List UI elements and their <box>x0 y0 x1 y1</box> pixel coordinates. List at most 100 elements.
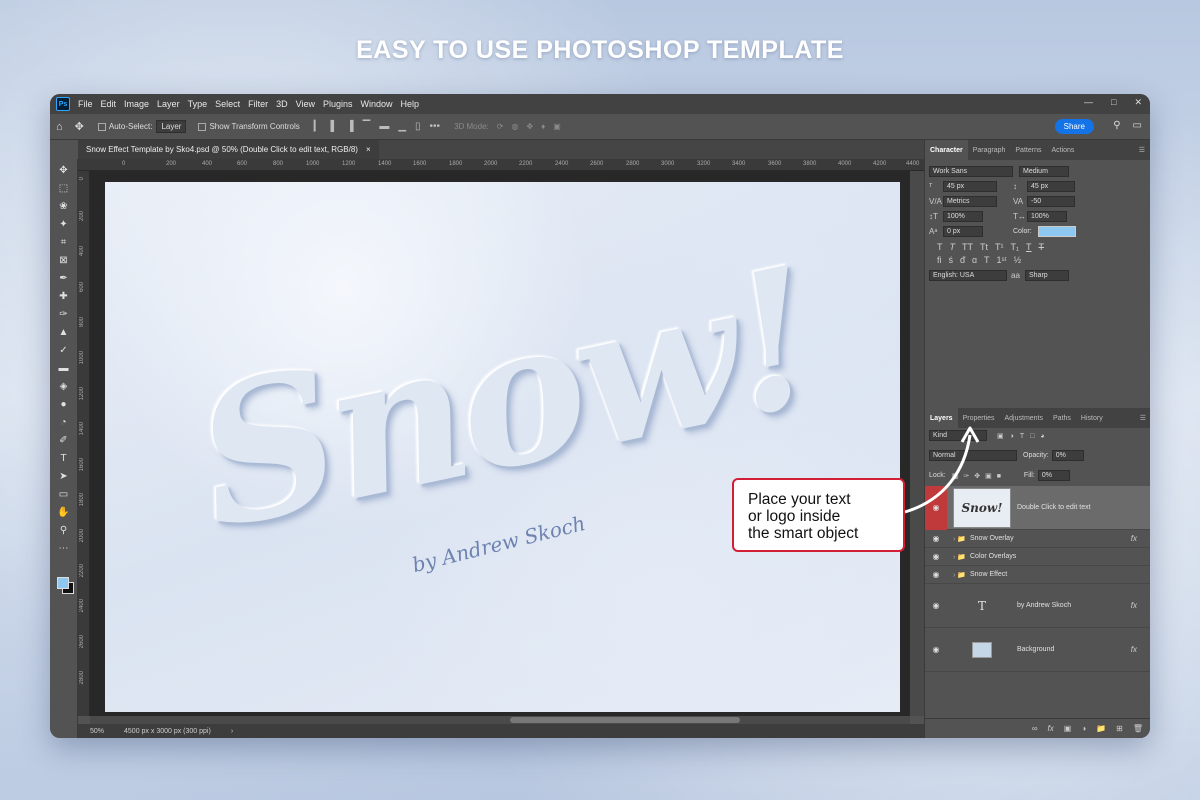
menu-layer[interactable]: Layer <box>157 99 180 109</box>
layers-menu-icon[interactable]: ☰ <box>1135 408 1150 428</box>
font-family-select[interactable]: Work Sans <box>929 166 1013 177</box>
opacity-field[interactable]: 0% <box>1051 450 1084 461</box>
align-center-icon[interactable]: ▌ <box>330 121 337 132</box>
move-tool-icon[interactable]: ✥ <box>54 161 74 179</box>
share-button[interactable]: Share <box>1054 119 1094 134</box>
align-left-icon[interactable]: ▎ <box>314 121 322 132</box>
auto-select-checkbox[interactable] <box>97 122 106 131</box>
swash-icon[interactable]: ᵭ <box>960 255 965 265</box>
blur-tool-icon[interactable]: ● <box>54 395 74 413</box>
underline-icon[interactable]: T <box>1026 242 1032 252</box>
visibility-eye-icon[interactable]: ◉ <box>925 534 947 543</box>
language-select[interactable]: English: USA <box>929 270 1007 281</box>
visibility-eye-icon[interactable]: ◉ <box>925 570 947 579</box>
layer-row-color-overlays[interactable]: ◉ › 📁 Color Overlays <box>925 548 1150 566</box>
vertical-scale-field[interactable]: 100% <box>943 211 983 222</box>
3d-pan-icon[interactable]: ✥ <box>526 122 533 131</box>
add-style-icon[interactable]: fx <box>1048 724 1054 733</box>
add-mask-icon[interactable]: ▣ <box>1064 724 1072 733</box>
layer-row-smart-object[interactable]: ◉ Snow! Double Click to edit text <box>925 485 1150 530</box>
distribute-icon[interactable]: ▯ <box>415 121 421 132</box>
tab-history[interactable]: History <box>1076 408 1108 428</box>
close-icon[interactable]: ✕ <box>1134 97 1142 108</box>
menu-plugins[interactable]: Plugins <box>323 99 353 109</box>
paint-bucket-icon[interactable]: ◈ <box>54 377 74 395</box>
visibility-eye-icon[interactable]: ◉ <box>925 601 947 610</box>
visibility-eye-icon[interactable]: ◉ <box>925 552 947 561</box>
fx-icon[interactable]: fx <box>1131 645 1137 654</box>
healing-brush-icon[interactable]: ✚ <box>54 287 74 305</box>
move-tool-icon[interactable]: ✥ <box>75 120 84 133</box>
all-caps-icon[interactable]: TT <box>962 242 973 252</box>
ordinal-icon[interactable]: 1ˢᵗ <box>997 255 1007 265</box>
dodge-tool-icon[interactable]: ◔ <box>54 413 74 431</box>
tracking-field[interactable]: -50 <box>1027 196 1075 207</box>
horizontal-scrollbar[interactable] <box>90 716 910 724</box>
visibility-eye-icon[interactable]: ◉ <box>925 645 947 654</box>
faux-bold-icon[interactable]: T <box>937 242 943 252</box>
panel-menu-icon[interactable]: ☰ <box>1134 140 1150 160</box>
menu-file[interactable]: File <box>78 99 93 109</box>
filter-type-icons[interactable]: ▣◑T□◕ <box>997 432 1051 440</box>
magic-wand-icon[interactable]: ✦ <box>54 215 74 233</box>
text-color-swatch[interactable] <box>1037 226 1076 237</box>
fx-icon[interactable]: fx <box>1131 534 1137 543</box>
marquee-tool-icon[interactable]: ⬚ <box>54 179 74 197</box>
3d-orbit-icon[interactable]: ⟳ <box>497 122 504 131</box>
lock-icons[interactable]: ▦✑✥▣■ <box>952 472 1006 480</box>
zoom-level[interactable]: 50% <box>90 728 104 735</box>
leading-field[interactable]: 45 px <box>1027 181 1075 192</box>
3d-slide-icon[interactable]: ♦ <box>541 122 545 131</box>
transform-controls-checkbox[interactable] <box>198 122 207 131</box>
layer-row-background[interactable]: ◉ Background fx <box>925 628 1150 672</box>
auto-select-dropdown[interactable]: Layer <box>156 120 187 133</box>
new-group-icon[interactable]: 📁 <box>1096 724 1106 733</box>
menu-image[interactable]: Image <box>124 99 149 109</box>
tab-properties[interactable]: Properties <box>958 408 1000 428</box>
hand-tool-icon[interactable]: ✋ <box>54 503 74 521</box>
stamp-tool-icon[interactable]: ▲ <box>54 323 74 341</box>
align-bottom-icon[interactable]: ▁ <box>398 121 406 132</box>
3d-camera-icon[interactable]: ▣ <box>553 122 561 131</box>
tab-patterns[interactable]: Patterns <box>1010 140 1046 160</box>
frame-tool-icon[interactable]: ⊠ <box>54 251 74 269</box>
menu-help[interactable]: Help <box>401 99 420 109</box>
3d-roll-icon[interactable]: ◍ <box>511 122 518 131</box>
menu-view[interactable]: View <box>296 99 315 109</box>
menu-type[interactable]: Type <box>188 99 208 109</box>
path-select-icon[interactable]: ➤ <box>54 467 74 485</box>
layer-row-snow-effect[interactable]: ◉ › 📁 Snow Effect <box>925 566 1150 584</box>
oldstyle-icon[interactable]: ś <box>949 255 954 265</box>
align-right-icon[interactable]: ▐ <box>347 121 354 132</box>
layer-filter-select[interactable]: Kind <box>929 430 987 441</box>
tab-layers[interactable]: Layers <box>925 408 958 428</box>
baseline-shift-field[interactable]: 0 px <box>943 226 983 237</box>
more-options-icon[interactable]: ••• <box>430 121 441 132</box>
subscript-icon[interactable]: T₁ <box>1011 242 1020 252</box>
fraction-icon[interactable]: ½ <box>1014 255 1022 265</box>
rectangle-tool-icon[interactable]: ▭ <box>54 485 74 503</box>
new-layer-icon[interactable]: ⊞ <box>1116 724 1123 733</box>
ligature-icon[interactable]: fi <box>937 255 942 265</box>
menu-3d[interactable]: 3D <box>276 99 288 109</box>
pen-tool-icon[interactable]: ✐ <box>54 431 74 449</box>
menu-window[interactable]: Window <box>361 99 393 109</box>
align-top-icon[interactable]: ▔ <box>363 121 371 132</box>
fill-field[interactable]: 0% <box>1037 470 1070 481</box>
menu-select[interactable]: Select <box>215 99 240 109</box>
document-canvas[interactable]: Snow! by Andrew Skoch <box>105 182 900 712</box>
history-brush-icon[interactable]: ✓ <box>54 341 74 359</box>
link-icon[interactable]: ∞ <box>1032 724 1038 733</box>
delete-icon[interactable]: 🗑 <box>1133 724 1143 733</box>
vertical-scrollbar[interactable] <box>910 171 924 716</box>
kerning-field[interactable]: Metrics <box>943 196 997 207</box>
brush-tool-icon[interactable]: ✑ <box>54 305 74 323</box>
workspace-icon[interactable]: ▭ <box>1133 120 1142 131</box>
eyedropper-icon[interactable]: ✒ <box>54 269 74 287</box>
layer-row-byline-text[interactable]: ◉ T by Andrew Skoch fx <box>925 584 1150 628</box>
superscript-icon[interactable]: T¹ <box>995 242 1004 252</box>
foreground-color-swatch[interactable] <box>57 577 69 589</box>
visibility-eye-icon[interactable]: ◉ <box>925 485 947 530</box>
tab-paths[interactable]: Paths <box>1048 408 1076 428</box>
home-icon[interactable]: ⌂ <box>56 121 63 133</box>
